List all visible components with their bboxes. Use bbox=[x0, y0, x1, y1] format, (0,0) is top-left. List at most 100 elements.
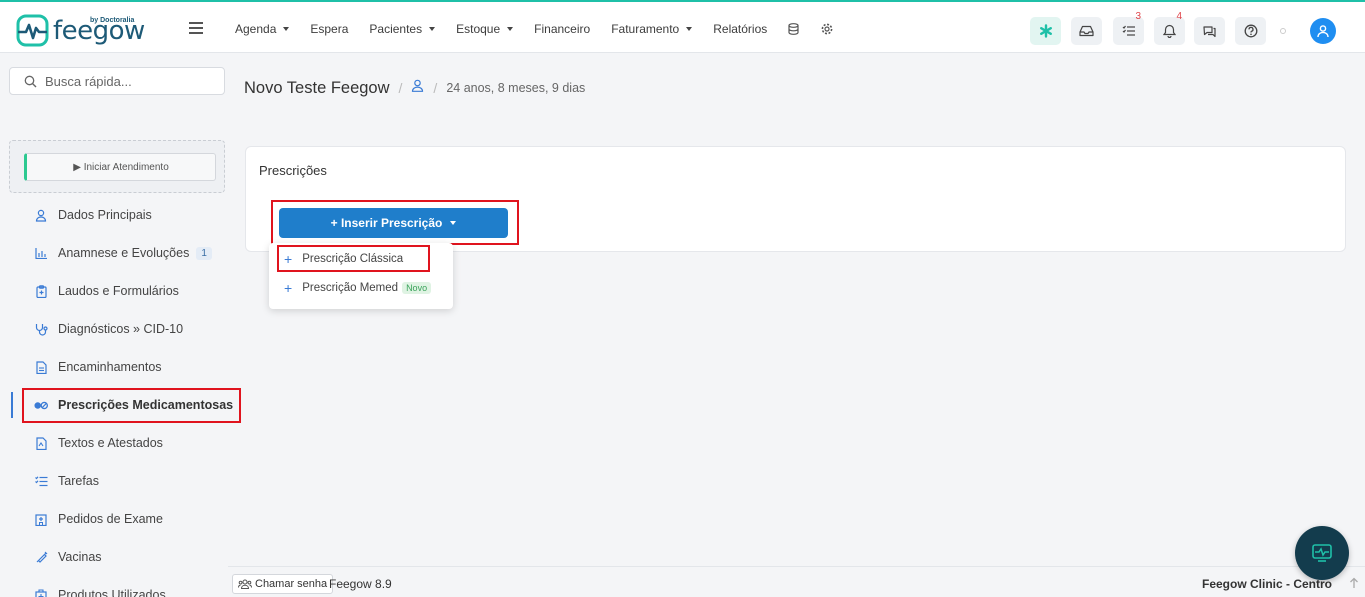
stethoscope-icon bbox=[34, 322, 48, 336]
sidebar-item-prescricoes[interactable]: Prescrições Medicamentosas bbox=[0, 386, 236, 424]
sidebar: ▶ Iniciar Atendimento Dados Principais A… bbox=[0, 54, 236, 597]
feegow-logo[interactable]: feegow by Doctoralia bbox=[16, 12, 145, 48]
sidebar-item-label: Produtos Utilizados bbox=[58, 588, 166, 597]
nav-espera[interactable]: Espera bbox=[310, 22, 348, 36]
caret-down-icon bbox=[283, 26, 290, 31]
sidebar-item-laudos[interactable]: Laudos e Formulários bbox=[0, 272, 236, 310]
quick-search[interactable] bbox=[9, 67, 225, 95]
sidebar-item-label: Diagnósticos » CID-10 bbox=[58, 322, 184, 336]
nav-estoque[interactable]: Estoque bbox=[456, 21, 514, 36]
nav-label: Financeiro bbox=[534, 21, 591, 36]
patient-menu: Dados Principais Anamnese e Evoluções 1 … bbox=[0, 196, 236, 597]
monitor-heartbeat-icon bbox=[1312, 544, 1332, 562]
footer: Chamar senha Feegow 8.9 Feegow Clinic - … bbox=[228, 566, 1365, 597]
tasks-icon bbox=[34, 474, 48, 488]
evolutions-count-badge: 1 bbox=[196, 246, 212, 260]
sidebar-item-label: Pedidos de Exame bbox=[58, 512, 163, 526]
sidebar-item-produtos[interactable]: Produtos Utilizados bbox=[0, 576, 236, 597]
panel-title: Prescrições bbox=[259, 163, 327, 178]
nav-label: Espera bbox=[310, 21, 349, 36]
clinic-name: Feegow Clinic - Centro bbox=[1201, 577, 1332, 591]
document-icon bbox=[34, 360, 48, 374]
sidebar-item-pedidos-exame[interactable]: Pedidos de Exame bbox=[0, 500, 236, 538]
clipboard-icon bbox=[34, 284, 48, 298]
box-icon bbox=[34, 588, 48, 597]
page-title: Novo Teste Feegow bbox=[244, 78, 390, 97]
sidebar-item-tarefas[interactable]: Tarefas bbox=[0, 462, 236, 500]
nav-agenda[interactable]: Agenda bbox=[235, 21, 290, 36]
caret-down-icon bbox=[686, 26, 693, 31]
sidebar-item-label: Vacinas bbox=[58, 550, 102, 564]
hamburger-menu-icon[interactable] bbox=[189, 22, 203, 34]
inbox-icon[interactable] bbox=[1071, 17, 1102, 45]
nav-label: Relatórios bbox=[713, 21, 768, 36]
sidebar-item-vacinas[interactable]: Vacinas bbox=[0, 538, 236, 576]
chart-icon bbox=[34, 246, 48, 260]
bell-icon[interactable]: 4 bbox=[1154, 11, 1185, 45]
nav-financeiro[interactable]: Financeiro bbox=[534, 22, 590, 36]
status-dot bbox=[1280, 28, 1286, 34]
new-badge: Novo bbox=[402, 282, 432, 294]
sidebar-item-encaminhamentos[interactable]: Encaminhamentos bbox=[0, 348, 236, 386]
plus-icon: + bbox=[284, 280, 293, 296]
users-icon bbox=[238, 579, 252, 589]
menu-item-prescricao-classica[interactable]: + Prescrição Clássica bbox=[284, 249, 403, 269]
chat-support-button[interactable] bbox=[1295, 526, 1349, 580]
nav-label: Pacientes bbox=[369, 21, 423, 36]
sidebar-item-diagnosticos[interactable]: Diagnósticos » CID-10 bbox=[0, 310, 236, 348]
breadcrumb-separator: / bbox=[398, 80, 403, 96]
syringe-icon bbox=[34, 550, 48, 564]
caret-down-icon bbox=[450, 221, 457, 225]
insert-prescription-button[interactable]: + Inserir Prescrição bbox=[279, 208, 508, 238]
brand-by: by Doctoralia bbox=[90, 17, 135, 24]
help-icon[interactable] bbox=[1235, 17, 1266, 45]
attendance-box: ▶ Iniciar Atendimento bbox=[9, 140, 225, 193]
main-nav: Agenda Espera Pacientes Estoque Financei… bbox=[235, 2, 855, 55]
user-icon bbox=[34, 208, 48, 222]
sidebar-item-dados-principais[interactable]: Dados Principais bbox=[0, 196, 236, 234]
search-input[interactable] bbox=[45, 73, 215, 89]
file-text-icon bbox=[34, 436, 48, 450]
chat-icon[interactable] bbox=[1194, 17, 1225, 45]
nav-label: Estoque bbox=[456, 21, 501, 36]
nav-pacientes[interactable]: Pacientes bbox=[369, 21, 436, 36]
sidebar-item-label: Encaminhamentos bbox=[58, 360, 162, 374]
call-ticket-button[interactable]: Chamar senha bbox=[232, 574, 334, 594]
prescription-dropdown: + Prescrição Clássica + Prescrição Memed… bbox=[269, 243, 453, 309]
nav-label: Agenda bbox=[235, 21, 277, 36]
hospital-icon bbox=[34, 512, 48, 526]
caret-down-icon bbox=[429, 26, 436, 31]
database-icon[interactable] bbox=[788, 22, 799, 35]
breadcrumb: Novo Teste Feegow / / 24 anos, 8 meses, … bbox=[244, 78, 585, 98]
sidebar-item-anamnese[interactable]: Anamnese e Evoluções 1 bbox=[0, 234, 236, 272]
sidebar-item-label: Anamnese e Evoluções bbox=[58, 246, 190, 260]
tasks-list-icon[interactable]: 3 bbox=[1113, 11, 1144, 45]
pills-icon bbox=[34, 398, 48, 412]
nav-relatorios[interactable]: Relatórios bbox=[713, 22, 767, 36]
nav-faturamento[interactable]: Faturamento bbox=[611, 21, 693, 36]
sidebar-item-label: Prescrições Medicamentosas bbox=[58, 398, 234, 412]
arrow-up-icon[interactable] bbox=[1347, 575, 1361, 591]
notifications-count-badge: 4 bbox=[1176, 11, 1182, 22]
patient-user-icon[interactable] bbox=[411, 79, 424, 97]
caret-down-icon bbox=[507, 26, 514, 31]
user-avatar-icon[interactable] bbox=[1310, 18, 1336, 44]
gear-icon[interactable] bbox=[821, 23, 833, 35]
asterisk-icon[interactable] bbox=[1030, 17, 1061, 45]
call-ticket-label: Chamar senha bbox=[255, 578, 328, 590]
start-attendance-button[interactable]: ▶ Iniciar Atendimento bbox=[24, 153, 216, 181]
menu-item-label: Prescrição Memed bbox=[302, 282, 399, 294]
nav-label: Faturamento bbox=[611, 21, 680, 36]
menu-item-prescricao-memed[interactable]: + Prescrição Memed Novo bbox=[284, 278, 432, 298]
top-bar: feegow by Doctoralia Agenda Espera Pacie… bbox=[0, 0, 1365, 53]
sidebar-item-textos[interactable]: Textos e Atestados bbox=[0, 424, 236, 462]
insert-prescription-label: + Inserir Prescrição bbox=[330, 216, 443, 230]
menu-item-label: Prescrição Clássica bbox=[302, 253, 404, 265]
heartbeat-logo-icon bbox=[16, 14, 49, 46]
sidebar-item-label: Laudos e Formulários bbox=[58, 284, 179, 298]
breadcrumb-separator: / bbox=[433, 80, 438, 96]
patient-age: 24 anos, 8 meses, 9 dias bbox=[446, 81, 586, 95]
search-icon bbox=[24, 75, 37, 87]
plus-icon: + bbox=[284, 251, 293, 267]
app-version: Feegow 8.9 bbox=[329, 577, 392, 591]
